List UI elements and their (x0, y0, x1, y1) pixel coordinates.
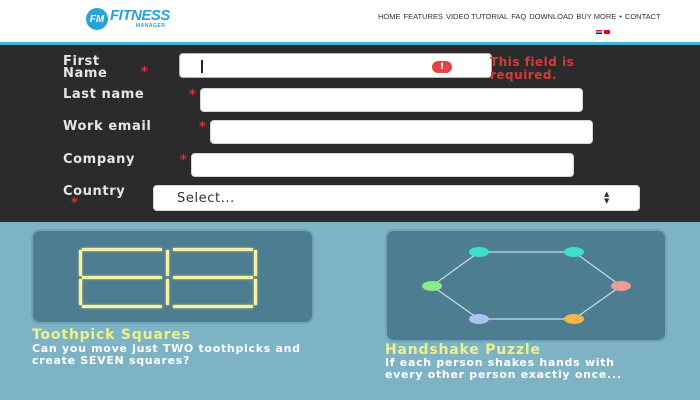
person-node (469, 247, 489, 257)
toothpick (173, 305, 253, 308)
logo-wordmark: FITNESS (110, 7, 170, 24)
last-name-input[interactable] (200, 88, 583, 112)
nav-buy-more[interactable]: BUY MORE (576, 12, 616, 21)
english-flag-icon[interactable] (596, 30, 602, 34)
work-email-label: Work email (63, 119, 152, 134)
toothpick (166, 279, 169, 305)
puzzles-section: Toothpick Squares Can you move just TWO … (0, 222, 700, 400)
company-input[interactable] (191, 153, 574, 177)
country-selected-value: Select... (177, 191, 235, 206)
select-arrows-icon: ▲ ▼ (604, 190, 610, 205)
nav-separator: • (619, 12, 622, 21)
first-name-input[interactable]: ! (179, 53, 492, 78)
toothpick (82, 305, 162, 308)
toothpick-puzzle-description: Can you move just TWO toothpicks and cre… (32, 342, 301, 367)
error-icon: ! (432, 61, 452, 73)
nav-download[interactable]: DOWNLOAD (529, 12, 573, 21)
country-required-mark: * (71, 196, 78, 211)
logo-subtitle: MANAGER (136, 23, 166, 29)
language-switcher (596, 30, 610, 34)
handshake-network-diagram (422, 247, 631, 324)
turkish-flag-icon[interactable] (604, 30, 610, 34)
nav-video-tutorial[interactable]: VIDEO TUTORIAL (446, 12, 508, 21)
person-node (469, 314, 489, 324)
company-required-mark: * (180, 153, 187, 168)
toothpick (79, 279, 82, 305)
work-email-input[interactable] (210, 120, 593, 144)
toothpick (254, 250, 257, 276)
toothpick (254, 279, 257, 305)
handshake-network-edges (430, 251, 623, 320)
nav-contact[interactable]: CONTACT (625, 12, 661, 21)
toothpick (173, 248, 253, 251)
main-nav: HOME FEATURES VIDEO TUTORIAL FAQ DOWNLOA… (378, 12, 661, 21)
toothpick (166, 250, 169, 276)
toothpick-puzzle-image[interactable] (31, 229, 314, 324)
handshake-puzzle-image[interactable] (385, 229, 667, 342)
first-name-required-mark: * (141, 65, 148, 80)
work-email-required-mark: * (199, 120, 206, 135)
person-node (422, 281, 442, 291)
first-name-error-message: This field is required. (490, 55, 575, 82)
top-header: FM FITNESS MANAGER HOME FEATURES VIDEO T… (0, 0, 700, 45)
toothpick-puzzle-title[interactable]: Toothpick Squares (32, 327, 191, 343)
signup-form: First Name * ! This field is required. L… (0, 45, 700, 222)
company-label: Company (63, 152, 136, 167)
fitness-manager-logo[interactable]: FM FITNESS MANAGER (86, 6, 176, 34)
logo-badge: FM (86, 8, 108, 30)
nav-home[interactable]: HOME (378, 12, 401, 21)
toothpick (79, 250, 82, 276)
toothpick (173, 276, 253, 279)
person-node (611, 281, 631, 291)
first-name-label: First Name (63, 54, 108, 81)
last-name-required-mark: * (189, 88, 196, 103)
toothpick (82, 248, 162, 251)
person-node (564, 247, 584, 257)
nav-faq[interactable]: FAQ (511, 12, 526, 21)
nav-features[interactable]: FEATURES (404, 12, 443, 21)
text-caret (201, 60, 203, 73)
handshake-puzzle-description: If each person shakes hands with every o… (385, 356, 622, 381)
last-name-label: Last name (63, 87, 145, 102)
country-select[interactable]: Select... ▲ ▼ (153, 185, 640, 211)
person-node (564, 314, 584, 324)
toothpick (82, 276, 162, 279)
